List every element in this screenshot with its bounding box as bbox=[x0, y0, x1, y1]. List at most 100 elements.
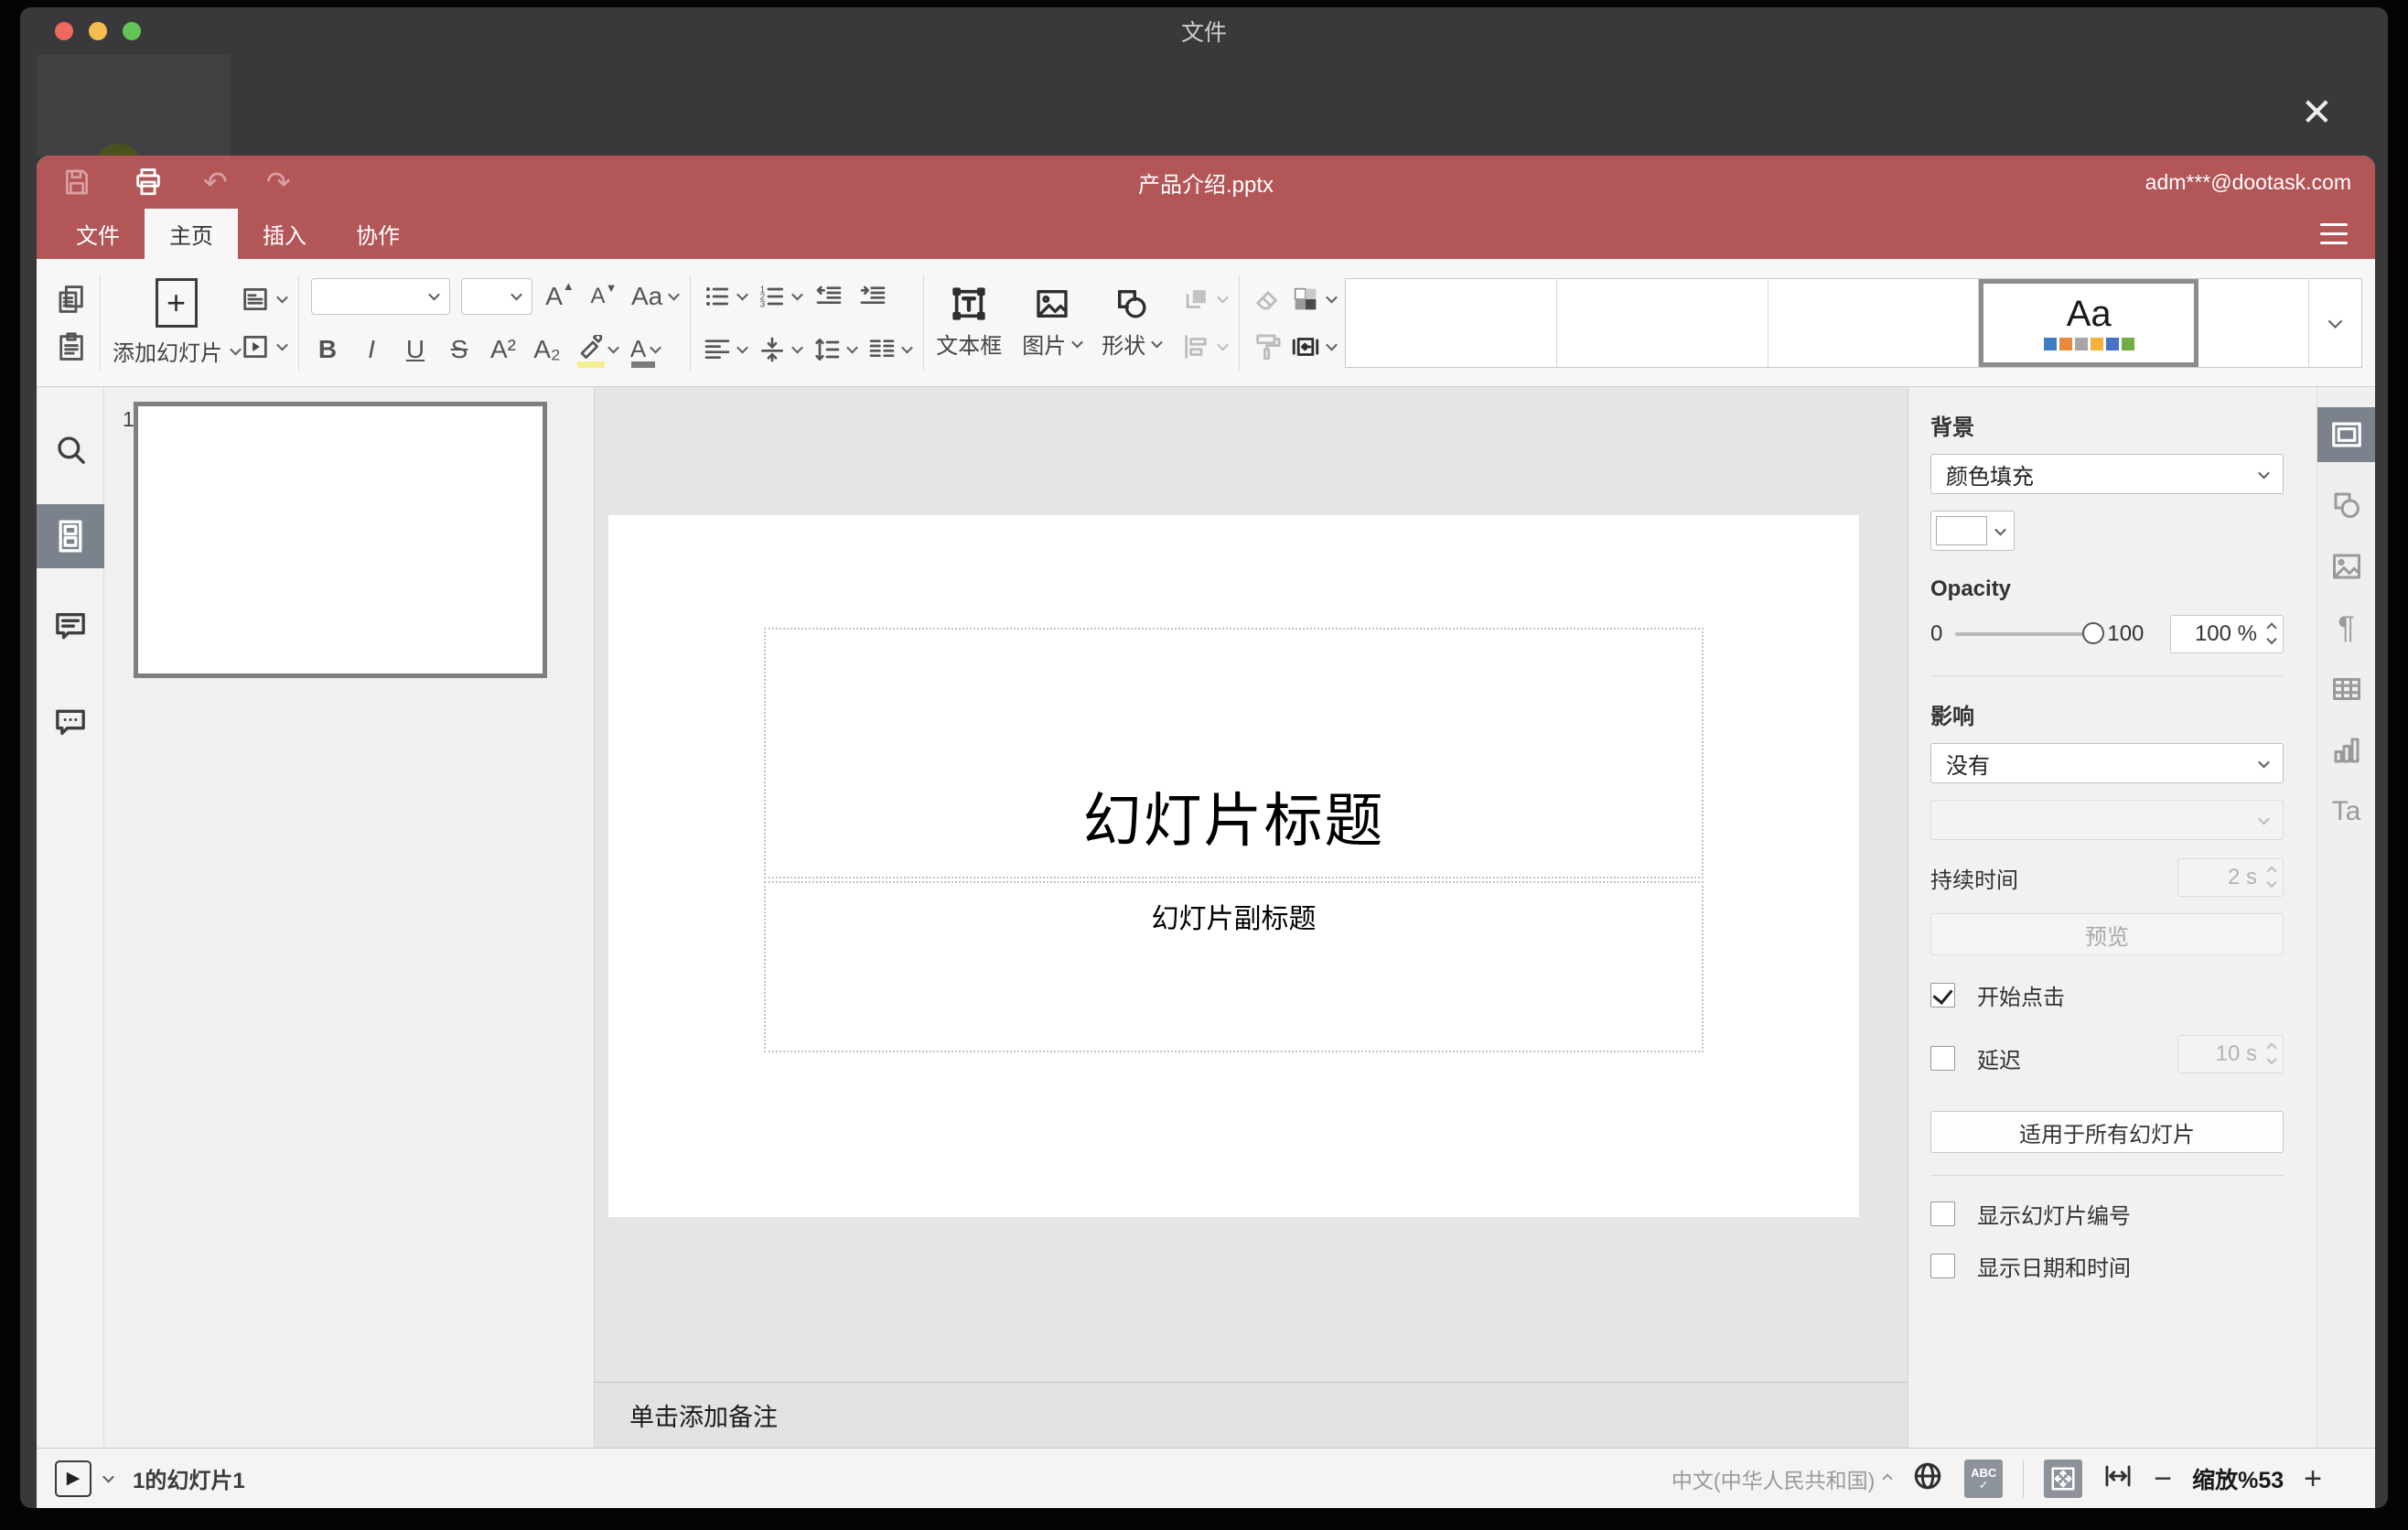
slide[interactable]: 幻灯片标题 幻灯片副标题 bbox=[608, 515, 1859, 1217]
slides-panel-icon[interactable] bbox=[37, 504, 104, 568]
paragraph-settings-icon[interactable]: ¶ bbox=[2317, 609, 2376, 646]
delay-spinner: 10 s bbox=[2177, 1035, 2284, 1073]
font-name-select[interactable] bbox=[311, 277, 450, 315]
textart-settings-icon[interactable]: Ta bbox=[2317, 793, 2376, 830]
minimize-traffic-button[interactable] bbox=[89, 22, 107, 40]
show-slide-number-label: 显示幻灯片编号 bbox=[1977, 1204, 2131, 1229]
subtitle-placeholder[interactable]: 幻灯片副标题 bbox=[764, 881, 1704, 1052]
underline-button[interactable]: U bbox=[399, 329, 432, 370]
redo-icon[interactable]: ↷ bbox=[266, 167, 291, 197]
fit-to-slide-icon[interactable] bbox=[2044, 1459, 2083, 1498]
numbered-list-button[interactable]: 1 2 3 bbox=[758, 276, 804, 317]
slide-thumbnail[interactable] bbox=[134, 402, 547, 678]
bold-button[interactable]: B bbox=[311, 329, 344, 370]
fit-to-width-icon[interactable] bbox=[2102, 1460, 2134, 1496]
slide-size-button[interactable] bbox=[1290, 327, 1338, 367]
maximize-traffic-button[interactable] bbox=[123, 22, 141, 40]
decrease-font-icon[interactable]: A ▼ bbox=[587, 276, 620, 317]
insert-shape-button[interactable]: 形状 bbox=[1102, 286, 1164, 360]
theme-item[interactable] bbox=[2198, 279, 2308, 367]
close-traffic-button[interactable] bbox=[55, 22, 73, 40]
opacity-slider-knob[interactable] bbox=[2082, 622, 2105, 644]
show-slide-number-checkbox[interactable] bbox=[1930, 1201, 1955, 1226]
start-slideshow-status-button[interactable]: ▶ bbox=[55, 1460, 91, 1497]
set-language-icon[interactable] bbox=[1911, 1460, 1944, 1497]
insert-image-button[interactable]: 图片 bbox=[1022, 286, 1084, 360]
columns-button[interactable] bbox=[867, 329, 914, 370]
decrease-indent-icon[interactable] bbox=[812, 276, 845, 317]
zoom-in-button[interactable]: + bbox=[2304, 1463, 2322, 1494]
bullet-list-button[interactable] bbox=[703, 276, 749, 317]
show-date-checkbox[interactable] bbox=[1930, 1254, 1955, 1278]
superscript-button[interactable]: A² bbox=[487, 329, 520, 370]
theme-color-strip bbox=[2043, 337, 2134, 350]
increase-font-icon[interactable]: A ▲ bbox=[543, 276, 576, 317]
zoom-out-button[interactable]: − bbox=[2154, 1463, 2172, 1494]
save-icon[interactable] bbox=[60, 162, 93, 202]
fill-color-picker[interactable] bbox=[1930, 511, 2015, 551]
delay-checkbox[interactable] bbox=[1930, 1046, 1955, 1071]
toolbar: + 添加幻灯片 A ▲ A ▼ Aa B I U S A² A₂ A 1 2 3… bbox=[37, 259, 2375, 387]
editing-canvas: 幻灯片标题 幻灯片副标题 单击添加备注 bbox=[595, 387, 1908, 1448]
opacity-slider[interactable] bbox=[1955, 622, 2105, 644]
highlight-color-button[interactable] bbox=[575, 329, 619, 370]
undo-icon[interactable]: ↶ bbox=[203, 167, 228, 197]
copy-icon[interactable] bbox=[55, 279, 88, 319]
theme-item[interactable] bbox=[1557, 278, 1768, 367]
add-slide-icon[interactable]: + bbox=[155, 278, 198, 328]
line-spacing-button[interactable] bbox=[812, 329, 859, 370]
chart-settings-icon[interactable] bbox=[2317, 732, 2376, 769]
slide-layout-button[interactable] bbox=[240, 279, 288, 319]
tab-file[interactable]: 文件 bbox=[51, 209, 145, 259]
align-shape-button bbox=[1181, 327, 1230, 367]
traffic-lights bbox=[55, 22, 141, 40]
comments-icon[interactable] bbox=[37, 601, 104, 652]
language-selector[interactable]: 中文(中华人民共和国) bbox=[1672, 1463, 1893, 1494]
start-slideshow-button[interactable] bbox=[240, 327, 288, 367]
notes-area[interactable]: 单击添加备注 bbox=[595, 1382, 1908, 1448]
font-group: A ▲ A ▼ Aa B I U S A² A₂ A bbox=[311, 274, 681, 372]
chat-icon[interactable] bbox=[37, 696, 104, 748]
subscript-button[interactable]: A₂ bbox=[531, 329, 564, 370]
slide-settings-icon[interactable] bbox=[2317, 407, 2375, 462]
paste-icon[interactable] bbox=[55, 327, 88, 367]
italic-button[interactable]: I bbox=[355, 329, 388, 370]
strikethrough-button[interactable]: S bbox=[443, 329, 476, 370]
duration-spinner: 2 s bbox=[2177, 858, 2284, 897]
opacity-spinner[interactable]: 100 % bbox=[2170, 615, 2284, 653]
effect-select[interactable]: 没有 bbox=[1930, 743, 2284, 783]
tab-insert[interactable]: 插入 bbox=[238, 209, 331, 259]
svg-text:3: 3 bbox=[760, 299, 766, 309]
search-icon[interactable] bbox=[37, 424, 104, 475]
menu-icon[interactable] bbox=[2320, 223, 2348, 244]
insert-group: 文本框 图片 形状 bbox=[936, 279, 1230, 367]
font-color-button[interactable]: A bbox=[629, 329, 662, 370]
effect-option-select bbox=[1930, 800, 2284, 840]
color-scheme-button[interactable] bbox=[1290, 279, 1338, 319]
add-slide-button[interactable]: 添加幻灯片 bbox=[113, 335, 242, 367]
editor-header: 产品介绍.pptx ↶ ↷ adm***@dootask.com bbox=[37, 156, 2375, 209]
image-settings-icon[interactable] bbox=[2317, 548, 2376, 585]
fill-type-select[interactable]: 颜色填充 bbox=[1930, 454, 2284, 494]
underlay-panel bbox=[37, 55, 231, 156]
increase-indent-icon[interactable] bbox=[856, 276, 889, 317]
theme-item-selected[interactable]: Aa bbox=[1979, 278, 2198, 367]
start-on-click-checkbox[interactable] bbox=[1930, 983, 1955, 1007]
theme-item[interactable] bbox=[1768, 278, 1980, 367]
insert-textbox-button[interactable]: 文本框 bbox=[936, 286, 1002, 360]
vertical-align-button[interactable] bbox=[758, 329, 804, 370]
horizontal-align-button[interactable] bbox=[703, 329, 749, 370]
tab-collaboration[interactable]: 协作 bbox=[331, 209, 425, 259]
print-icon[interactable] bbox=[132, 162, 165, 202]
change-case-button[interactable]: Aa bbox=[631, 276, 681, 317]
title-placeholder[interactable]: 幻灯片标题 bbox=[764, 628, 1704, 878]
apply-to-all-slides-button[interactable]: 适用于所有幻灯片 bbox=[1930, 1111, 2284, 1153]
theme-gallery-expand-button[interactable] bbox=[2308, 278, 2361, 367]
tab-home[interactable]: 主页 bbox=[145, 209, 238, 259]
spellcheck-icon[interactable]: ABC ✓ bbox=[1964, 1459, 2004, 1498]
theme-item[interactable] bbox=[1346, 278, 1557, 367]
table-settings-icon[interactable] bbox=[2317, 671, 2376, 707]
shape-settings-icon[interactable] bbox=[2317, 487, 2376, 523]
font-size-select[interactable] bbox=[461, 277, 532, 315]
close-icon[interactable]: ✕ bbox=[2301, 93, 2333, 132]
